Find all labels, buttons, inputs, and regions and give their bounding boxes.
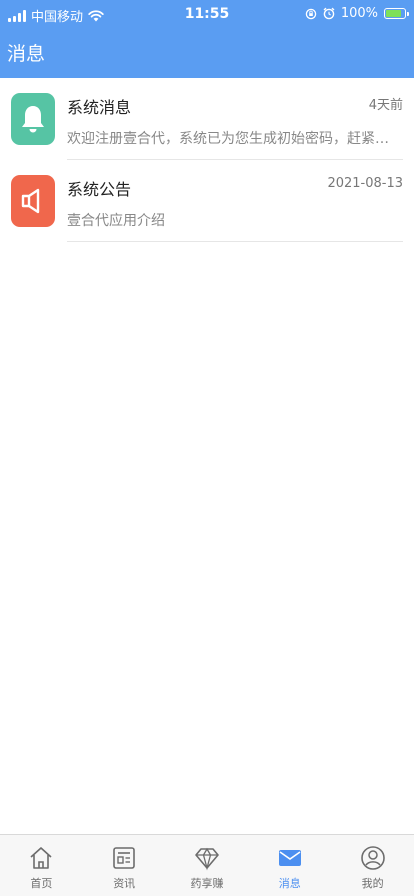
page-title: 消息: [7, 43, 46, 65]
alarm-icon: [323, 7, 335, 20]
news-icon: [113, 847, 135, 869]
message-title: 系统消息: [67, 98, 132, 117]
message-title: 系统公告: [67, 180, 132, 199]
battery-percent: 100%: [340, 6, 378, 21]
speaker-icon: [11, 175, 55, 227]
profile-icon: [360, 846, 385, 870]
tab-label: 首页: [30, 877, 53, 890]
message-list: 系统消息 4天前 欢迎注册壹合代，系统已为您生成初始密码，赶紧查看... 系统公…: [0, 78, 414, 242]
bell-icon: [11, 93, 55, 145]
status-bar: 中国移动 11:55 100%: [0, 0, 414, 28]
tab-label: 我的: [361, 877, 384, 890]
tab-home[interactable]: 首页: [0, 835, 83, 896]
status-right: 100%: [305, 6, 409, 21]
message-time: 4天前: [368, 98, 403, 113]
tab-news[interactable]: 资讯: [83, 835, 166, 896]
tab-label: 药享赚: [190, 877, 224, 890]
home-icon: [30, 847, 52, 869]
message-time: 2021-08-13: [327, 176, 403, 191]
mail-icon: [278, 850, 301, 866]
tab-earn[interactable]: 药享赚: [166, 835, 249, 896]
tab-profile[interactable]: 我的: [331, 835, 414, 896]
tab-label: 资讯: [113, 877, 136, 890]
tab-messages[interactable]: 消息: [248, 835, 331, 896]
message-preview: 欢迎注册壹合代，系统已为您生成初始密码，赶紧查看...: [67, 131, 397, 147]
bottom-tab-bar: 首页 资讯 药享赚 消息 我的: [0, 834, 414, 896]
battery-icon: [384, 8, 409, 19]
message-preview: 壹合代应用介绍: [67, 213, 165, 229]
app-header: 中国移动 11:55 100% 消息: [0, 0, 414, 78]
divider: [67, 241, 403, 242]
message-item-system[interactable]: 系统消息 4天前 欢迎注册壹合代，系统已为您生成初始密码，赶紧查看...: [0, 78, 414, 160]
rotation-lock-icon: [305, 8, 317, 19]
tab-label: 消息: [278, 877, 301, 890]
diamond-icon: [195, 847, 219, 871]
message-item-announcement[interactable]: 系统公告 2021-08-13 壹合代应用介绍: [0, 160, 414, 242]
